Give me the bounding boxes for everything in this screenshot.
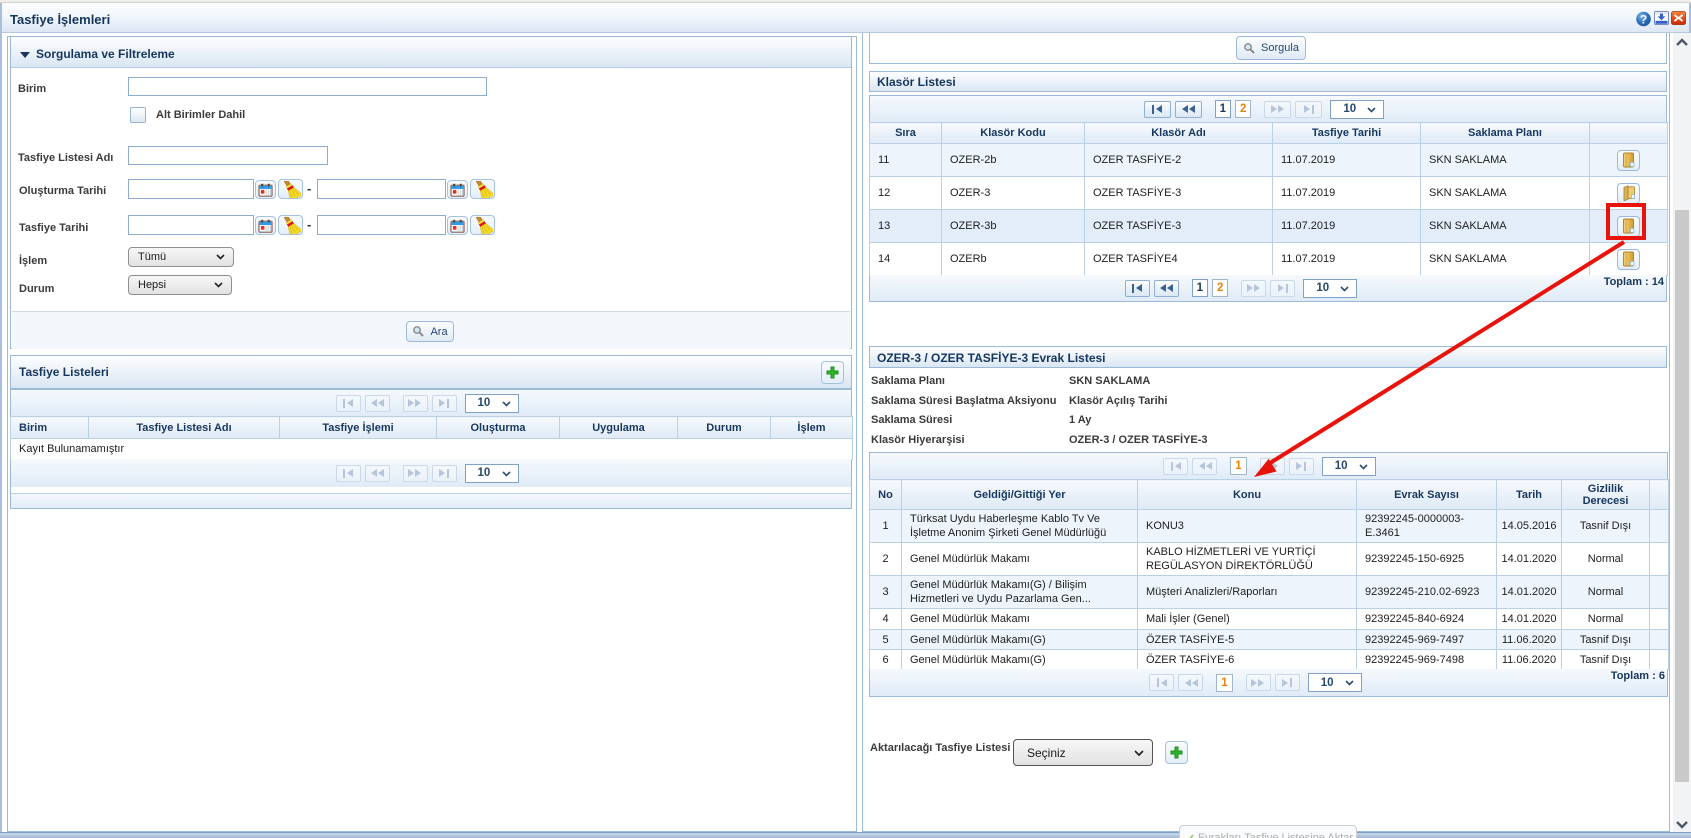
svg-text:?: ? [1640,12,1647,26]
